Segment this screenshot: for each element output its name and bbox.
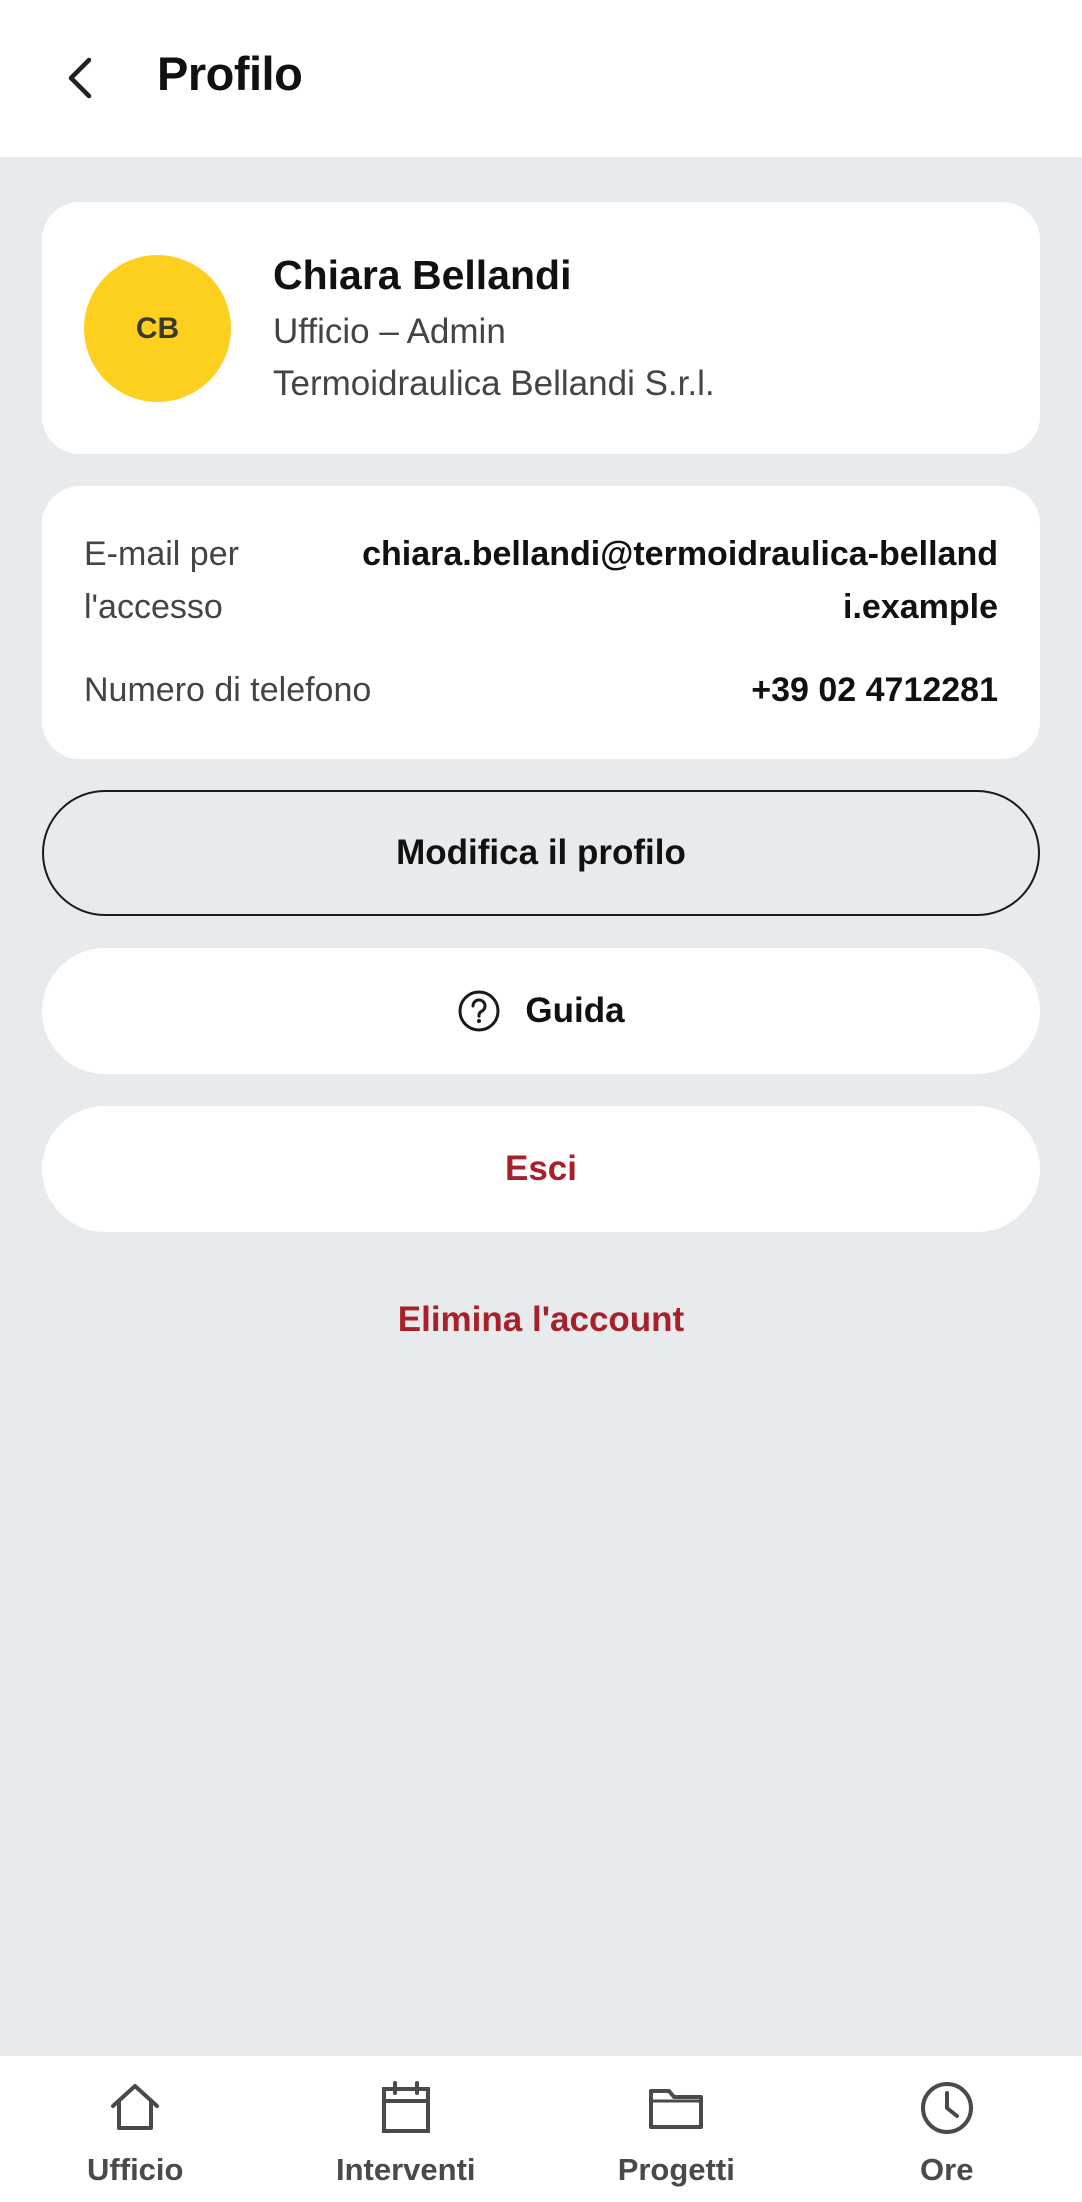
nav-item-progetti[interactable]: Progetti: [541, 2056, 812, 2202]
home-icon: [107, 2078, 163, 2138]
calendar-icon: [380, 2078, 432, 2138]
email-label: E-mail per l'accesso: [84, 535, 239, 626]
profile-card: CB Chiara Bellandi Ufficio – Admin Termo…: [42, 202, 1040, 454]
nav-label: Ufficio: [87, 2152, 184, 2187]
nav-item-ufficio[interactable]: Ufficio: [0, 2056, 271, 2202]
top-app-bar: Profilo: [0, 0, 1082, 157]
nav-label: Interventi: [335, 2152, 476, 2187]
bottom-navigation: Ufficio Interventi Progetti Ore: [0, 2056, 1082, 2202]
user-name: Chiara Bellandi: [273, 252, 572, 298]
nav-item-ore[interactable]: Ore: [812, 2056, 1082, 2202]
help-button-label: Guida: [525, 991, 625, 1030]
help-button[interactable]: Guida: [42, 948, 1040, 1074]
account-info-card: E-mail per l'accesso chiara.bellandi@ter…: [42, 486, 1040, 759]
nav-item-interventi[interactable]: Interventi: [271, 2056, 542, 2202]
folder-icon: [647, 2078, 705, 2138]
delete-account-link[interactable]: Elimina l'account: [0, 1300, 1082, 1340]
avatar: CB: [84, 255, 231, 402]
back-button[interactable]: [50, 43, 110, 113]
nav-label: Ore: [920, 2152, 974, 2187]
phone-value: +39 02 4712281: [751, 671, 998, 709]
user-role: Ufficio – Admin: [273, 312, 506, 351]
edit-profile-button[interactable]: Modifica il profilo: [42, 790, 1040, 916]
phone-label: Numero di telefono: [84, 671, 372, 709]
user-company: Termoidraulica Bellandi S.r.l.: [273, 364, 715, 403]
logout-button[interactable]: Esci: [42, 1106, 1040, 1232]
chevron-left-icon: [68, 57, 92, 99]
nav-label: Progetti: [617, 2152, 735, 2187]
clock-icon: [919, 2078, 975, 2138]
page-title: Profilo: [157, 47, 303, 100]
help-circle-icon: [457, 989, 501, 1033]
email-value: chiara.bellandi@termoidraulica-bellandi.…: [362, 535, 998, 626]
